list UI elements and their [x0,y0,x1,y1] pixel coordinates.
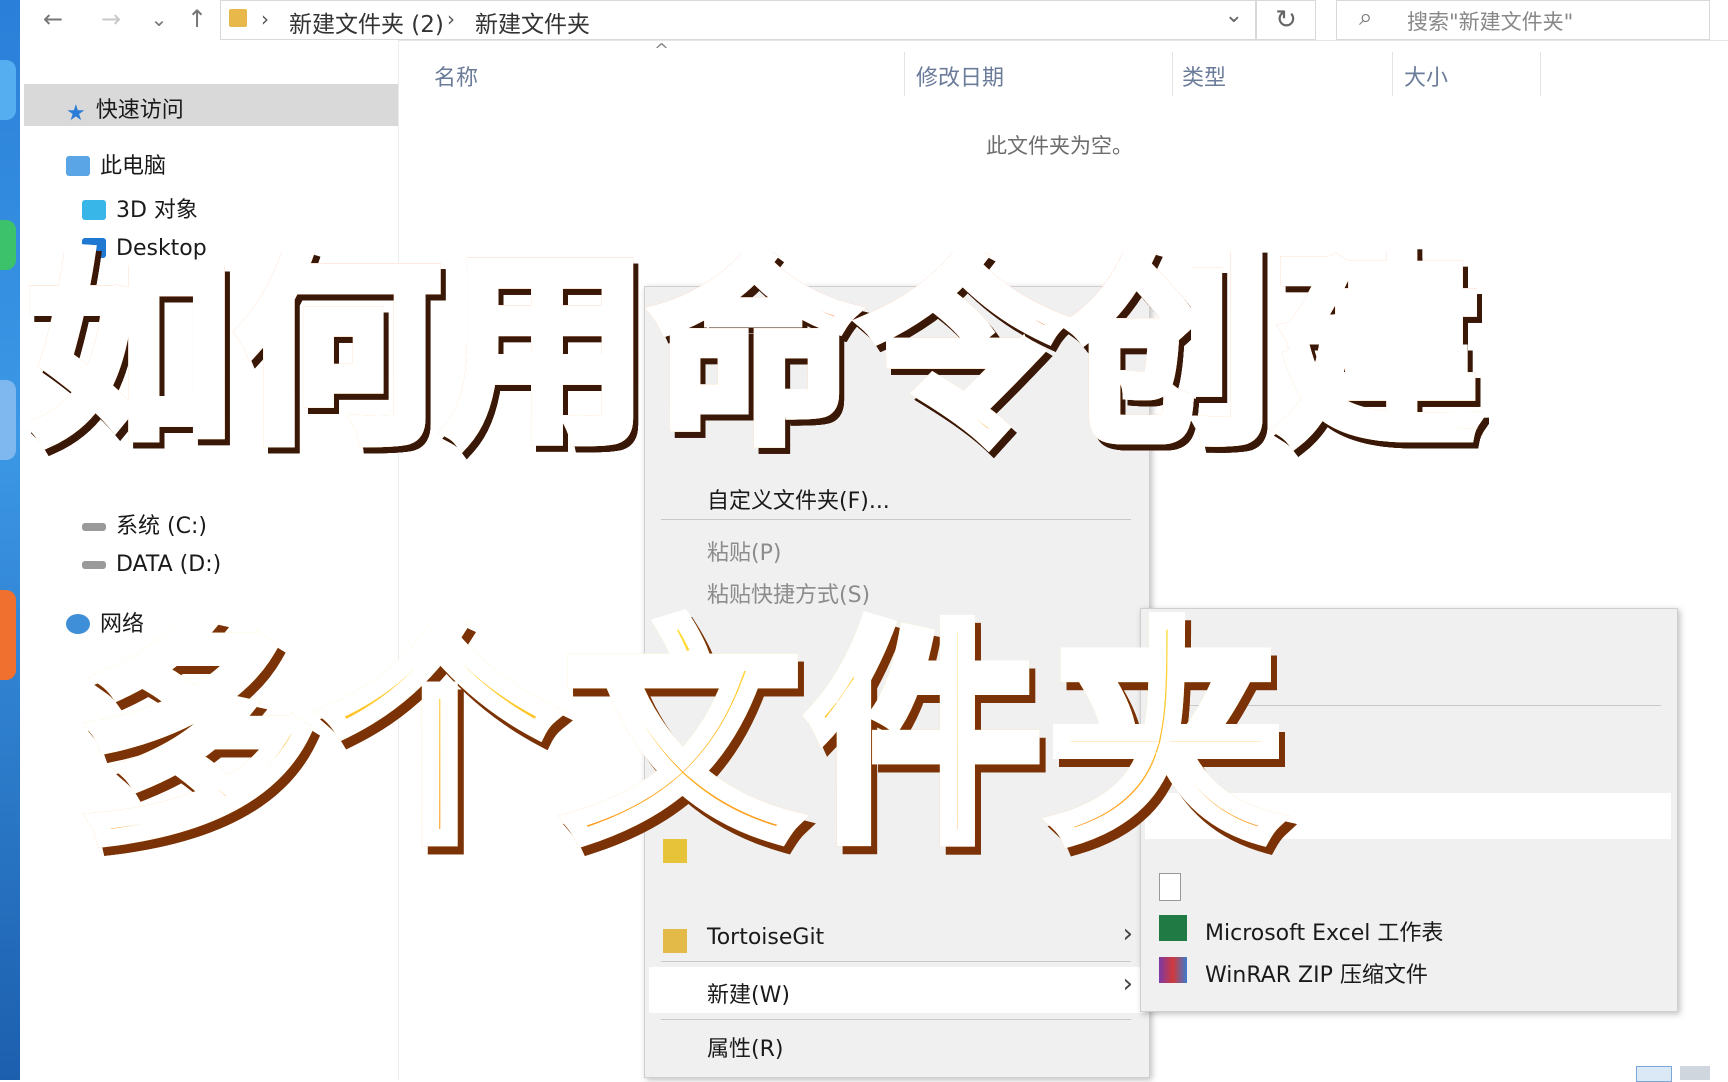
menu-separator [661,519,1131,520]
menu-item-paste[interactable]: 粘贴(P) [707,535,781,567]
nav-label: DATA (D:) [116,552,222,577]
desktop-icon-4 [0,590,16,680]
chevron-right-icon: › [1122,969,1133,999]
nav-item-drive-d[interactable]: DATA (D:) [82,552,221,577]
nav-item-this-pc[interactable]: 此电脑 [66,148,166,180]
menu-item-tortoisegit[interactable]: TortoiseGit [707,925,824,950]
submenu-item-winrar[interactable]: WinRAR ZIP 压缩文件 [1205,957,1428,989]
nav-label: 系统 (C:) [116,514,207,539]
column-divider[interactable] [1172,52,1173,96]
column-header-type[interactable]: 类型 [1182,60,1226,92]
drive-icon [82,561,106,569]
breadcrumb-item[interactable]: 新建文件夹 (2) [289,5,444,39]
menu-item-properties[interactable]: 属性(R) [707,1031,783,1063]
cube-icon [82,200,106,220]
menu-separator [661,961,1131,962]
column-header-size[interactable]: 大小 [1404,60,1448,92]
breadcrumb-separator-icon: › [447,7,455,31]
desktop-icon-1 [0,60,16,120]
view-toggle-icons[interactable] [1636,1064,1716,1082]
search-placeholder: 搜索"新建文件夹" [1407,10,1574,34]
navigation-pane: ★ 快速访问 此电脑 3D 对象 Desktop 系统 (C:) DATA (D:… [20,40,399,1080]
chevron-down-icon[interactable]: ⌄ [1225,3,1243,28]
submenu-item-excel[interactable]: Microsoft Excel 工作表 [1205,915,1443,947]
chevron-right-icon: › [1122,919,1133,949]
nav-item-quick-access[interactable]: ★ 快速访问 [66,92,184,126]
column-divider[interactable] [904,52,905,96]
large-icons-view-icon[interactable] [1680,1066,1710,1080]
winrar-icon [1159,957,1187,983]
nav-item-3d-objects[interactable]: 3D 对象 [82,192,198,224]
back-button[interactable]: ← [36,2,70,36]
desktop-edge [0,0,20,1080]
column-divider[interactable] [1540,52,1541,96]
search-input[interactable]: ⌕ 搜索"新建文件夹" [1336,0,1710,40]
refresh-button[interactable]: ↻ [1256,0,1316,40]
address-bar[interactable]: › 新建文件夹 (2) › 新建文件夹 ⌄ [220,0,1256,40]
recent-locations-button[interactable]: ⌄ [142,2,176,36]
overlay-title-line-2: 多个文件夹 [75,600,1291,875]
star-icon: ★ [66,101,86,126]
breadcrumb-separator-icon: › [261,7,269,31]
column-header-modified[interactable]: 修改日期 [916,60,1004,92]
column-divider[interactable] [1392,52,1393,96]
menu-item-customize-folder[interactable]: 自定义文件夹(F)... [707,483,890,515]
empty-folder-message: 此文件夹为空。 [986,134,1133,158]
breadcrumb-item[interactable]: 新建文件夹 [475,5,590,39]
excel-icon [1159,915,1187,941]
sort-ascending-icon: ^ [654,40,670,61]
menu-item-new[interactable]: 新建(W) [707,977,790,1009]
up-button[interactable]: ↑ [180,2,214,36]
folder-icon [229,9,247,27]
desktop-icon-3 [0,380,16,460]
nav-item-drive-c[interactable]: 系统 (C:) [82,508,207,540]
text-document-icon [1159,873,1181,901]
menu-separator [661,1019,1131,1020]
drive-icon [82,523,106,531]
nav-label: 快速访问 [95,98,184,123]
tortoisegit-icon [663,929,687,953]
nav-label: 3D 对象 [116,198,198,223]
overlay-title-line-1: 如何用命令创建 [23,235,1485,472]
column-header-name[interactable]: 名称 [434,60,478,92]
desktop-icon-2 [0,220,16,270]
forward-button[interactable]: → [94,2,128,36]
computer-icon [66,156,90,176]
nav-label: 此电脑 [100,154,167,179]
search-icon: ⌕ [1359,3,1373,31]
